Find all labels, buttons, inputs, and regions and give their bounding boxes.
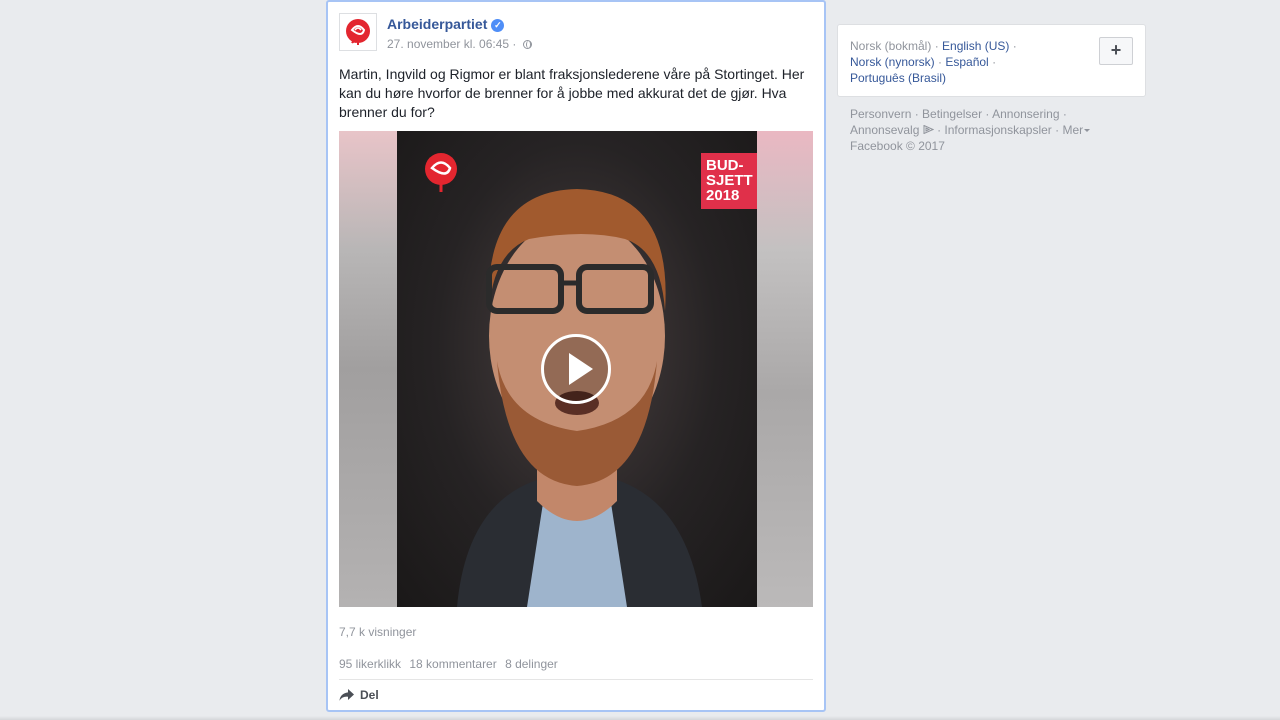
language-link-portugues-brasil[interactable]: Português (Brasil) — [850, 71, 946, 85]
language-link-english-us[interactable]: English (US) — [942, 39, 1009, 53]
add-language-button[interactable]: + — [1099, 37, 1133, 65]
globe-icon[interactable] — [522, 40, 532, 49]
footer-link-betingelser[interactable]: Betingelser — [922, 107, 982, 121]
video-blur-right — [757, 131, 813, 607]
post-stats: 95 likerklikk 18 kommentarer 8 delinger — [339, 657, 563, 671]
language-selector: Norsk (bokmål) · English (US) · Norsk (n… — [837, 24, 1146, 97]
annonsevalg-label: Annonsevalg — [850, 123, 920, 137]
video-player[interactable]: BUD- SJETT 2018 — [339, 131, 813, 607]
page-name[interactable]: Arbeiderpartiet — [387, 16, 487, 32]
language-list: Norsk (bokmål) · English (US) · Norsk (n… — [850, 39, 1017, 85]
caret-down-icon — [1084, 129, 1091, 132]
page-name-link[interactable]: Arbeiderpartiet ✓ — [387, 16, 505, 32]
comments-count[interactable]: 18 kommentarer — [409, 657, 496, 671]
post-header: Arbeiderpartiet ✓ 27. november kl. 06:45 … — [339, 13, 813, 57]
budget-badge: BUD- SJETT 2018 — [701, 153, 757, 209]
badge-line: 2018 — [706, 187, 740, 204]
copyright: Facebook © 2017 — [850, 139, 945, 153]
share-arrow-icon — [339, 689, 354, 701]
share-button[interactable]: Del — [339, 688, 379, 702]
likes-count[interactable]: 95 likerklikk — [339, 657, 401, 671]
language-link-norsk-nynorsk[interactable]: Norsk (nynorsk) — [850, 55, 935, 69]
footer-link-annonsering[interactable]: Annonsering — [992, 107, 1059, 121]
footer-link-mer[interactable]: Mer — [1062, 123, 1091, 137]
language-link-espanol[interactable]: Español — [945, 55, 988, 69]
footer-link-annonsevalg[interactable]: Annonsevalg — [850, 123, 934, 137]
footer-link-informasjonskapsler[interactable]: Informasjonskapsler — [944, 123, 1051, 137]
video-blur-left — [339, 131, 397, 607]
meta-separator: · — [512, 37, 517, 51]
post-timestamp[interactable]: 27. november kl. 06:45 — [387, 37, 509, 51]
badge-line: SJETT — [706, 172, 753, 189]
current-language: Norsk (bokmål) — [850, 39, 932, 53]
post-actions: Del — [339, 679, 813, 708]
share-label: Del — [360, 688, 379, 702]
plus-icon: + — [1110, 40, 1122, 60]
video-views: 7,7 k visninger — [339, 625, 417, 639]
post-text: Martin, Ingvild og Rigmor er blant fraks… — [339, 66, 805, 120]
footer-links: Personvern · Betingelser · Annonsering ·… — [850, 106, 1130, 154]
adchoices-icon — [923, 125, 934, 134]
mer-label: Mer — [1062, 123, 1084, 137]
page-avatar[interactable] — [339, 13, 377, 51]
footer-link-personvern[interactable]: Personvern — [850, 107, 911, 121]
rose-logo-icon — [346, 19, 370, 45]
play-button[interactable] — [541, 334, 611, 404]
post-card: Arbeiderpartiet ✓ 27. november kl. 06:45 … — [326, 0, 826, 712]
post-meta: 27. november kl. 06:45 · — [387, 37, 532, 51]
video-rose-logo-icon — [425, 153, 457, 192]
verified-badge-icon: ✓ — [491, 19, 505, 32]
shares-count[interactable]: 8 delinger — [505, 657, 558, 671]
badge-line: BUD- — [706, 157, 744, 174]
bottom-edge — [0, 716, 1280, 720]
